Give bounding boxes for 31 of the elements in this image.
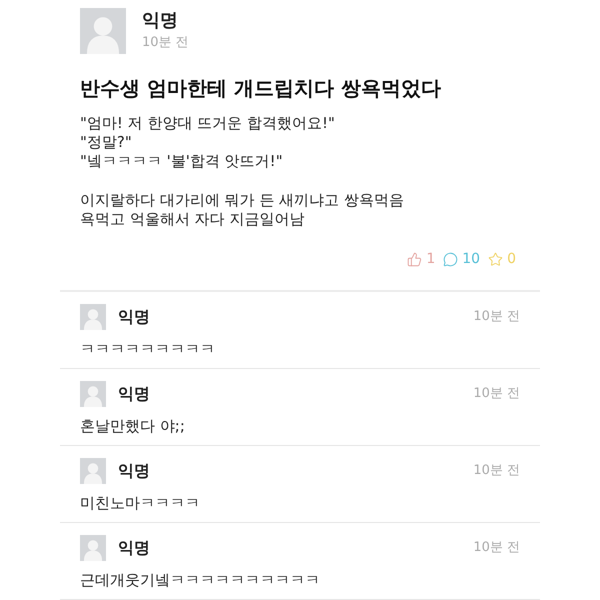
avatar-icon: [80, 381, 106, 407]
comment-text: 근데개웃기넼ㅋㅋㅋㅋㅋㅋㅋㅋㅋㅋ: [80, 570, 321, 591]
post-text: "엄마! 저 한양대 뜨거운 합격했어요!": [80, 114, 336, 133]
avatar-icon: [80, 458, 106, 484]
comment-author: 익명: [118, 306, 150, 328]
comment-time: 10분 전: [473, 385, 520, 404]
author-name: 익명: [142, 9, 179, 33]
comment-text: ㅋㅋㅋㅋㅋㅋㅋㅋㅋ: [80, 339, 216, 360]
thumbs-up-icon: [407, 252, 422, 267]
speech-bubble-icon: [443, 252, 458, 267]
comment-time: 10분 전: [473, 462, 520, 480]
comment-author: 익명: [118, 460, 150, 482]
post-text: "정말?": [80, 133, 133, 152]
post-text: 이지랄하다 대가리에 뭐가 든 새끼냐고 쌍욕먹음: [80, 191, 405, 210]
post-text: 욕먹고 억울해서 자다 지금일어남: [80, 210, 306, 229]
comment-time: 10분 전: [473, 308, 520, 326]
post-title: 반수생 엄마한테 개드립치다 쌍욕먹었다: [80, 75, 442, 102]
avatar-icon: [80, 8, 126, 54]
counter-value: 10: [462, 250, 480, 269]
post-time: 10분 전: [142, 34, 189, 52]
comment-author: 익명: [118, 537, 150, 559]
counter-value: 0: [507, 250, 516, 269]
comment-author: 익명: [118, 383, 150, 405]
avatar-icon: [80, 304, 106, 330]
comment-text: 혼날만했다 야;;: [80, 416, 186, 437]
avatar-icon: [80, 535, 106, 561]
counter-value: 1: [426, 250, 436, 269]
post-text: "넼ㅋㅋㅋㅋ '불'합격 앗뜨거!": [80, 152, 284, 171]
comment-time: 10분 전: [473, 539, 520, 558]
star-icon: [488, 252, 504, 267]
comment-text: 미친노마ㅋㅋㅋㅋ: [80, 493, 201, 514]
